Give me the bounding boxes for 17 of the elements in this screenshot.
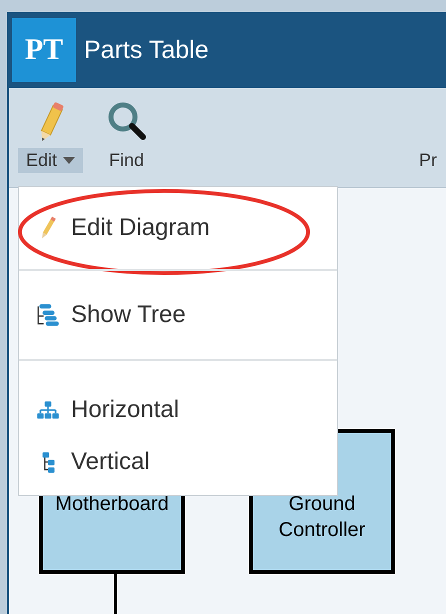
tree-icon [35,302,61,328]
app-logo: PT [12,18,76,82]
menu-item-label: Vertical [71,448,150,476]
menu-item[interactable]: Edit Diagram [19,195,337,261]
menu-item[interactable]: Horizontal [19,387,337,433]
menu-item[interactable]: Vertical [19,439,337,485]
toolbar-button[interactable]: Pr [411,148,437,173]
menu-item-label: Edit Diagram [71,214,210,242]
window-title: Parts Table [84,36,209,64]
menu-item-label: Horizontal [71,396,180,424]
node-label: Ground Controller [278,492,366,543]
menu-item-label: Show Tree [71,301,186,329]
find-button[interactable]: Find [101,148,152,173]
edit-dropdown-button[interactable]: Edit [18,148,84,173]
node-label: Motherboard [55,492,169,517]
caret-icon [63,157,76,164]
menu-item[interactable]: Show Tree [19,279,337,351]
